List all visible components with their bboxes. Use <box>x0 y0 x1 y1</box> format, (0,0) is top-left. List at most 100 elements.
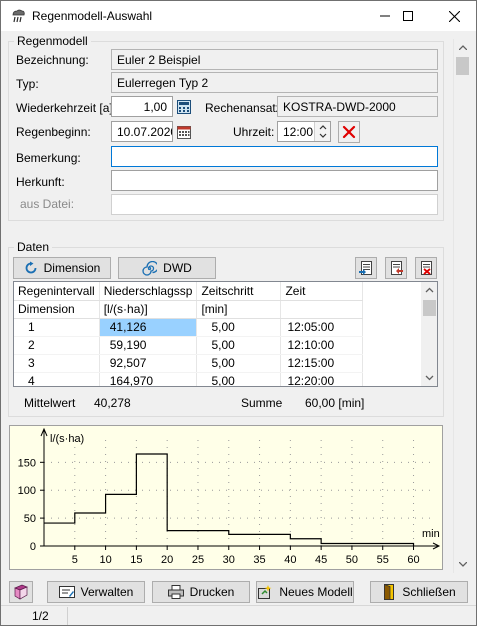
value-cell[interactable]: 59,190 <box>99 336 198 355</box>
column-header[interactable]: Regenintervall <box>14 282 100 301</box>
uhrzeit-label: Uhrzeit: <box>233 125 275 139</box>
import-button[interactable] <box>385 257 407 279</box>
document-import-icon <box>391 261 403 275</box>
x-tick-label: 35 <box>253 554 265 566</box>
y-axis-label: l/(s·ha) <box>50 433 84 445</box>
maximize-button[interactable] <box>385 1 431 31</box>
unit-cell: [min] <box>196 300 282 319</box>
drucken-label: Drucken <box>189 585 235 599</box>
document-export-icon <box>359 261 372 275</box>
y-tick-label: 150 <box>18 457 36 469</box>
summe-label: Summe <box>241 396 283 410</box>
page-indicator: 1/2 <box>2 607 68 625</box>
window-scrollbar[interactable] <box>453 39 470 573</box>
new-model-icon <box>258 585 272 599</box>
y-tick-label: 50 <box>24 513 36 525</box>
title-bar: Regenmodell-Auswahl <box>1 1 476 31</box>
grid-scrollbar[interactable] <box>421 282 437 386</box>
column-header[interactable]: Zeitschritt <box>196 282 282 301</box>
dimension-button[interactable]: Dimension <box>13 257 111 279</box>
table-row[interactable]: 2 59,190 5,00 12:10:00 <box>14 336 364 355</box>
step-cell[interactable]: 5,00 <box>196 336 282 355</box>
bemerkung-label: Bemerkung: <box>16 151 81 165</box>
scroll-up-arrow-icon[interactable] <box>454 39 471 56</box>
table-row[interactable]: 1 41,126 5,00 12:05:00 <box>14 318 364 337</box>
typ-field: Eulerregen Typ 2 <box>111 72 438 93</box>
scroll-down-arrow-icon[interactable] <box>454 556 471 573</box>
time-cell[interactable]: 12:10:00 <box>280 336 364 355</box>
calculator-button[interactable] <box>174 97 194 117</box>
x-tick-label: 10 <box>99 554 111 566</box>
status-bar: 1/2 <box>1 605 476 625</box>
x-tick-label: 5 <box>72 554 78 566</box>
mittelwert-value: 40,278 <box>94 396 131 410</box>
rechenansatz-field: KOSTRA-DWD-2000 <box>277 96 438 117</box>
grid-header-row: Regenintervall Niederschlagssp Zeitschri… <box>14 282 364 301</box>
column-header[interactable]: Zeit <box>280 282 364 301</box>
herkunft-field[interactable] <box>111 170 438 191</box>
herkunft-label: Herkunft: <box>16 175 65 189</box>
manage-icon <box>58 586 75 598</box>
aus-datei-label: aus Datei: <box>20 197 75 211</box>
time-cell[interactable]: 12:20:00 <box>280 372 364 386</box>
x-tick-label: 45 <box>315 554 327 566</box>
document-delete-icon <box>421 261 432 275</box>
dimension-button-label: Dimension <box>43 261 101 275</box>
spiral-icon <box>142 260 158 276</box>
wiederkehrzeit-field[interactable]: 1,00 <box>111 96 173 117</box>
interval-cell[interactable]: 3 <box>14 354 100 373</box>
table-row[interactable]: 4 164,970 5,00 12:20:00 <box>14 372 364 386</box>
book-icon <box>14 584 28 600</box>
interval-cell[interactable]: 4 <box>14 372 100 386</box>
x-tick-label: 60 <box>407 554 419 566</box>
x-tick-label: 40 <box>284 554 296 566</box>
x-tick-label: 25 <box>192 554 204 566</box>
dwd-button[interactable]: DWD <box>118 257 216 279</box>
uhrzeit-spinner[interactable] <box>314 122 330 141</box>
mittelwert-label: Mittelwert <box>24 396 76 410</box>
neues-modell-button[interactable]: Neues Modell <box>256 581 354 603</box>
dialog-window: Regenmodell-Auswahl Regenmodell Bezeichn… <box>0 0 477 626</box>
interval-cell[interactable]: 1 <box>14 318 100 337</box>
delete-data-button[interactable] <box>415 257 437 279</box>
data-grid[interactable]: Regenintervall Niederschlagssp Zeitschri… <box>13 281 438 387</box>
verwalten-label: Verwalten <box>80 585 134 599</box>
step-cell[interactable]: 5,00 <box>196 354 282 373</box>
value-cell[interactable]: 92,507 <box>99 354 198 373</box>
step-cell[interactable]: 5,00 <box>196 372 282 386</box>
value-cell[interactable]: 164,970 <box>99 372 198 386</box>
step-cell[interactable]: 5,00 <box>196 318 282 337</box>
grid-unit-row: Dimension [l/(s·ha)] [min] <box>14 300 364 319</box>
schliessen-button[interactable]: Schließen <box>370 581 468 603</box>
dwd-button-label: DWD <box>163 261 192 275</box>
unit-cell <box>280 300 364 319</box>
date-picker-button[interactable] <box>174 122 194 142</box>
neues-modell-label: Neues Modell <box>279 585 353 599</box>
y-tick-label: 100 <box>18 485 36 497</box>
table-row[interactable]: 3 92,507 5,00 12:15:00 <box>14 354 364 373</box>
spin-up-icon <box>319 125 327 130</box>
column-header[interactable]: Niederschlagssp <box>99 282 198 301</box>
value-cell[interactable]: 41,126 <box>99 318 198 337</box>
interval-cell[interactable]: 2 <box>14 336 100 355</box>
time-cell[interactable]: 12:05:00 <box>280 318 364 337</box>
time-cell[interactable]: 12:15:00 <box>280 354 364 373</box>
bemerkung-field[interactable] <box>111 146 438 167</box>
export-button[interactable] <box>355 257 377 279</box>
verwalten-button[interactable]: Verwalten <box>47 581 145 603</box>
rain-series-line <box>44 453 415 546</box>
wiederkehrzeit-label: Wiederkehrzeit [a]: <box>16 101 117 115</box>
grid-scroll-up-icon <box>425 287 434 293</box>
unit-cell: Dimension <box>14 300 100 319</box>
book-button[interactable] <box>9 581 33 603</box>
grid-scroll-thumb[interactable] <box>423 300 436 316</box>
printer-icon <box>167 585 184 599</box>
regenbeginn-field[interactable]: 10.07.2020 <box>111 121 173 142</box>
scroll-thumb[interactable] <box>456 57 469 75</box>
drucken-button[interactable]: Drucken <box>152 581 250 603</box>
close-button[interactable] <box>431 1 477 31</box>
grid-scroll-down-icon <box>425 375 434 381</box>
maximize-icon <box>403 11 413 21</box>
delete-time-button[interactable] <box>338 121 360 143</box>
calendar-icon <box>177 126 191 139</box>
